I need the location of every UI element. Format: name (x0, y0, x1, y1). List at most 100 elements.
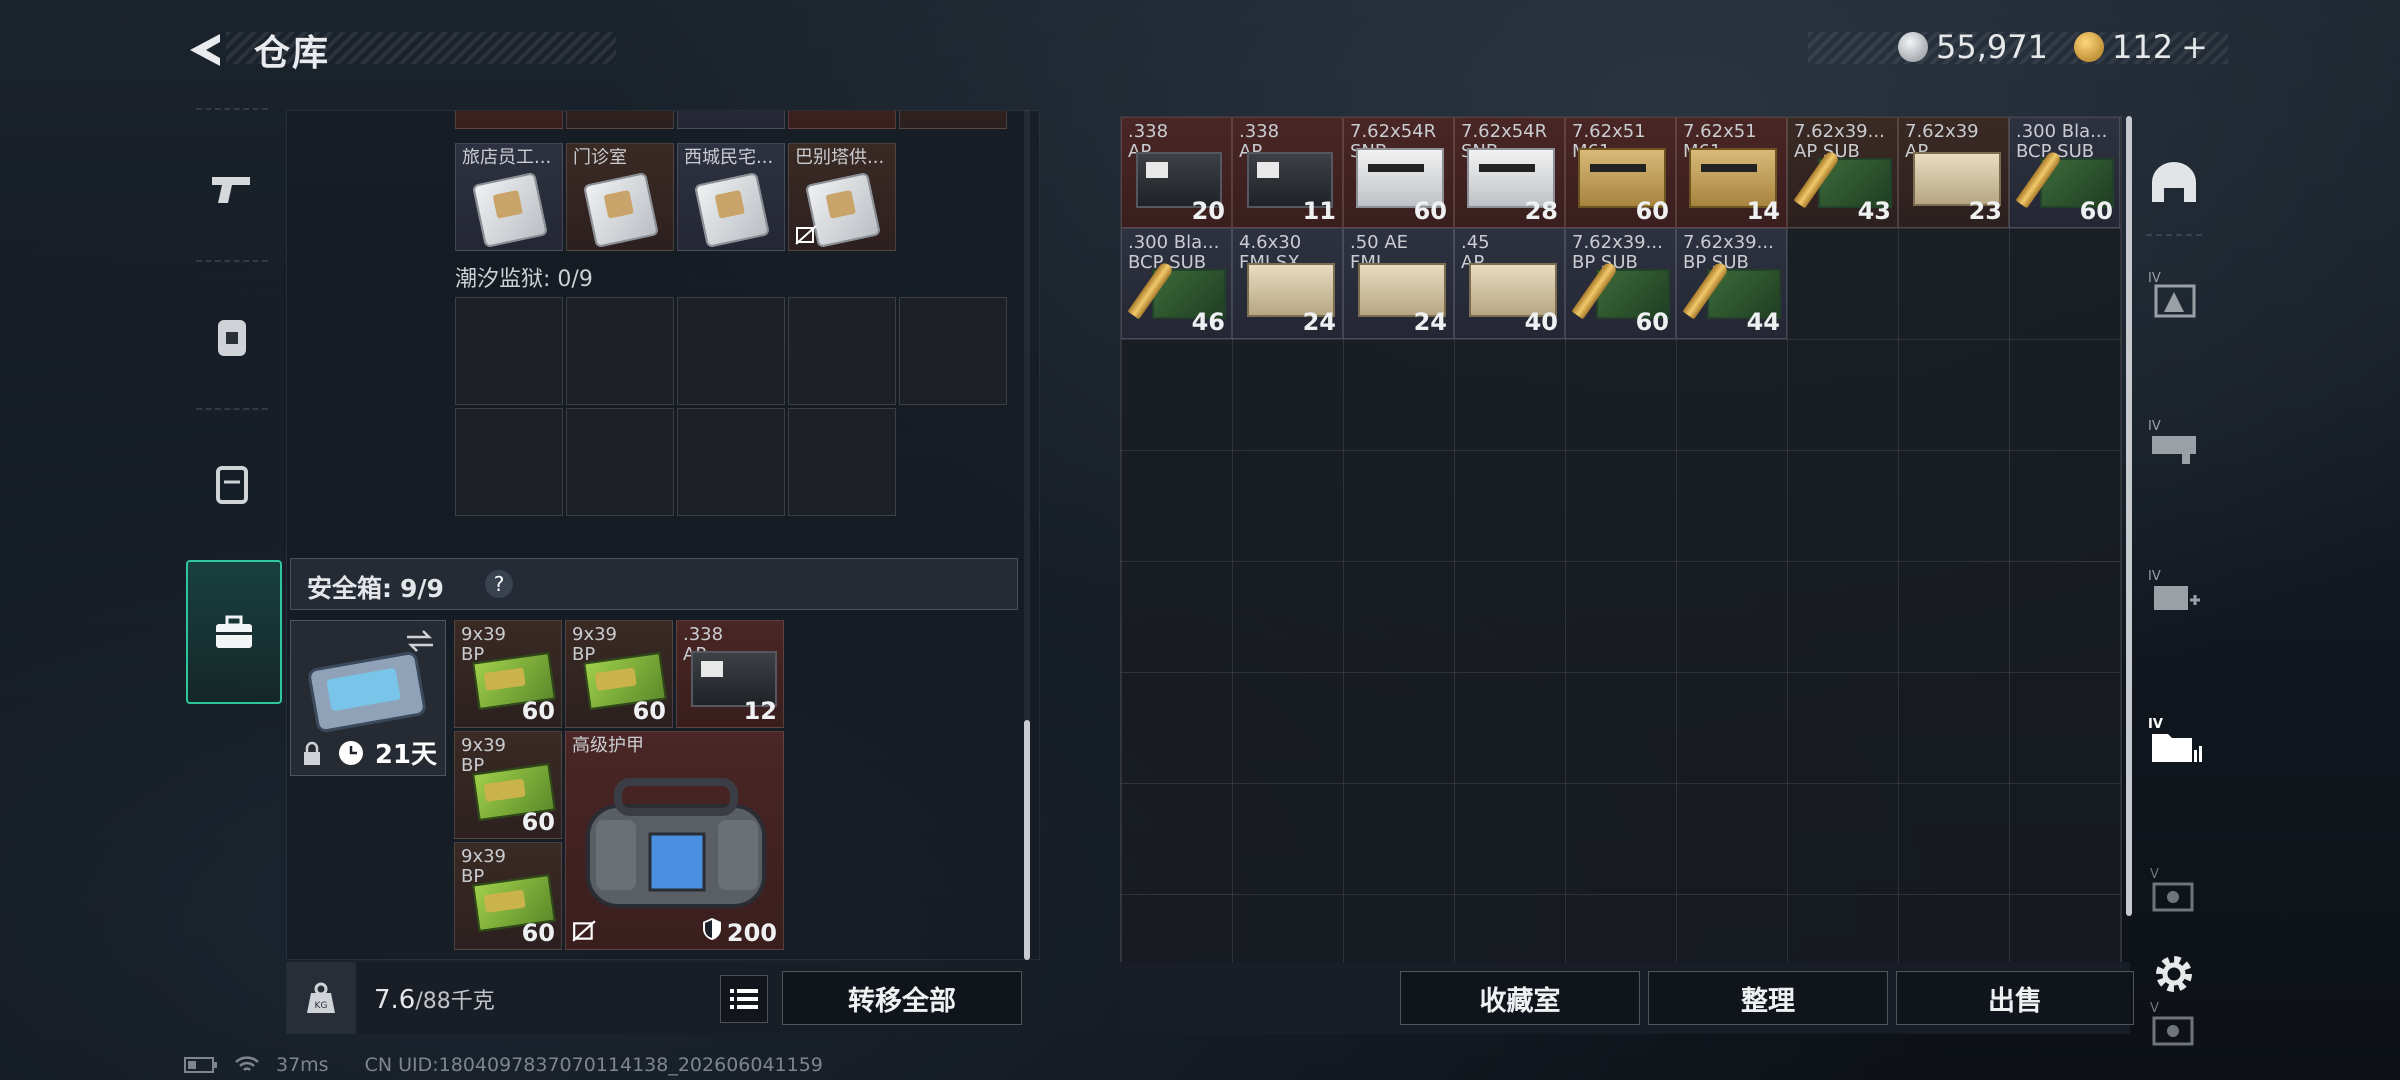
tab-backpack[interactable] (186, 414, 278, 554)
swap-icon[interactable] (405, 629, 435, 653)
back-button[interactable] (184, 28, 228, 72)
stash-page-iv-medical[interactable]: IV (2142, 560, 2206, 624)
empty-slot[interactable] (566, 297, 674, 405)
safe-item-ammo[interactable]: 9x39 BP 60 (565, 620, 673, 728)
armor-rig-icon: IV (2148, 271, 2196, 318)
stash-item-qty: 43 (1857, 197, 1891, 225)
stash-item[interactable]: 7.62x39... AP SUB 43 (1787, 117, 1898, 228)
stash-page-iv-weapons[interactable]: IV (2142, 410, 2206, 474)
empty-slot[interactable] (788, 408, 896, 516)
stash-item[interactable]: 7.62x51 M6114 (1676, 117, 1787, 228)
stash-item[interactable]: 7.62x39... BP SUB 60 (1565, 228, 1676, 339)
stash-item-label: .300 Bla... BCP SUB (2016, 122, 2108, 162)
stash-item[interactable]: .338 AP11 (1232, 117, 1343, 228)
armor-bag-icon (586, 778, 766, 908)
weight-button[interactable]: KG (286, 962, 356, 1034)
empty-slot[interactable] (899, 297, 1007, 405)
stash-item-qty: 28 (1524, 197, 1558, 225)
stash-page-iv-folder[interactable]: IV (2142, 708, 2206, 772)
helmet-icon (2152, 162, 2196, 202)
empty-slot[interactable] (677, 408, 785, 516)
add-currency-plus[interactable]: + (2181, 28, 2208, 66)
empty-slot[interactable] (788, 297, 896, 405)
stash-item-label: .300 Bla... BCP SUB (1128, 233, 1220, 273)
stash-item-qty: 23 (1968, 197, 2002, 225)
safe-item-ammo[interactable]: 9x39 BP 60 (454, 731, 562, 839)
armor-durability: 200 (726, 919, 777, 947)
empty-slot[interactable] (566, 408, 674, 516)
tab-equipment[interactable] (186, 268, 278, 408)
battery-icon (184, 1057, 217, 1073)
stash-item-qty: 44 (1746, 308, 1780, 336)
stash-item[interactable]: 7.62x51 M6160 (1565, 117, 1676, 228)
stash-item[interactable]: 7.62x54R SNB28 (1454, 117, 1565, 228)
empty-slot[interactable] (677, 297, 785, 405)
stash-page-v-safe[interactable]: V (2142, 858, 2206, 922)
currency-gold[interactable]: 112 + (2074, 28, 2208, 66)
stash-item-qty: 46 (1191, 308, 1225, 336)
transfer-all-button[interactable]: 转移全部 (782, 971, 1022, 1025)
keycard-slot[interactable]: 巴别塔供... (788, 143, 896, 251)
shield-icon (703, 918, 721, 940)
sell-button[interactable]: 出售 (1896, 971, 2134, 1025)
stash-item-qty: 11 (1302, 197, 1336, 225)
stash-item[interactable]: .300 Bla... BCP SUB 60 (2009, 117, 2120, 228)
safe-box-slot[interactable]: 21天 (290, 620, 446, 776)
list-view-button[interactable] (720, 975, 768, 1023)
lock-icon (304, 741, 320, 765)
item-slot[interactable] (455, 111, 563, 129)
folder-icon: IV (2148, 717, 2202, 762)
stash-item-qty: 20 (1191, 197, 1225, 225)
safe-item-ammo[interactable]: 9x39 BP 60 (454, 620, 562, 728)
stash-item-label: 7.62x39... BP SUB (1683, 233, 1774, 273)
stash-item-qty: 60 (2079, 197, 2113, 225)
tab-weapons[interactable] (186, 120, 278, 260)
stash-item[interactable]: .45 AP40 (1454, 228, 1565, 339)
loadout-scrollbar-thumb[interactable] (1024, 720, 1030, 960)
medkit-icon: IV (2148, 569, 2200, 610)
keycard-slot[interactable]: 门诊室 (566, 143, 674, 251)
stash-item[interactable]: .300 Bla... BCP SUB 46 (1121, 228, 1232, 339)
chevron-left-icon (190, 34, 220, 66)
stash-page-iv-armor[interactable]: IV (2142, 262, 2206, 326)
stash-item[interactable]: 4.6x30 FMJ SX24 (1232, 228, 1343, 339)
stash-item[interactable]: 7.62x54R SNB60 (1343, 117, 1454, 228)
stash-page-helmet[interactable] (2142, 150, 2206, 214)
safe-box-header: 安全箱: 9/9 ? (290, 558, 1018, 610)
empty-slot[interactable] (455, 408, 563, 516)
safe-item-ammo[interactable]: 9x39 BP 60 (454, 842, 562, 950)
stash-item[interactable]: .338 AP20 (1121, 117, 1232, 228)
safe-box-days: 21天 (374, 740, 437, 770)
tab-safe-box[interactable] (186, 560, 282, 704)
keycard-slot[interactable]: 西城民宅... (677, 143, 785, 251)
help-button[interactable]: ? (485, 570, 513, 598)
page-title: 仓库 (254, 33, 331, 74)
ammo-qty: 60 (521, 808, 555, 836)
organize-button[interactable]: 整理 (1648, 971, 1888, 1025)
uid-readout: CN UID:1804097837070114138_202606041159 (364, 1054, 823, 1076)
stash-item-qty: 24 (1302, 308, 1336, 336)
safe-item-armor[interactable]: 高级护甲 200 (565, 731, 784, 950)
ammo-qty: 60 (632, 697, 666, 725)
collection-room-button[interactable]: 收藏室 (1400, 971, 1640, 1025)
settings-button[interactable] (2150, 950, 2198, 998)
stash-page-v-safe-2[interactable]: V (2142, 992, 2206, 1056)
svg-text:IV: IV (2148, 271, 2161, 286)
weight-max: /88千克 (415, 989, 495, 1014)
item-slot[interactable] (566, 111, 674, 129)
keycard-label: 巴别塔供... (795, 148, 885, 168)
stash-item[interactable]: .50 AE FMJ24 (1343, 228, 1454, 339)
stash-item[interactable]: 7.62x39... BP SUB 44 (1676, 228, 1787, 339)
keycard-slot[interactable]: 旅店员工... (455, 143, 563, 251)
item-slot[interactable] (899, 111, 1007, 129)
item-slot[interactable] (788, 111, 896, 129)
currency-silver: 55,971 (1898, 28, 2048, 66)
currency-silver-value: 55,971 (1936, 28, 2048, 66)
stash-item[interactable]: 7.62x39 AP23 (1898, 117, 2009, 228)
stash-grid: .338 AP20.338 AP117.62x54R SNB607.62x54R… (1120, 116, 2122, 968)
item-slot[interactable] (677, 111, 785, 129)
empty-slot[interactable] (455, 297, 563, 405)
safe-item-ammo[interactable]: .338 AP 12 (676, 620, 784, 728)
status-bar: 37ms CN UID:1804097837070114138_20260604… (184, 1054, 823, 1076)
ammo-qty: 60 (521, 697, 555, 725)
